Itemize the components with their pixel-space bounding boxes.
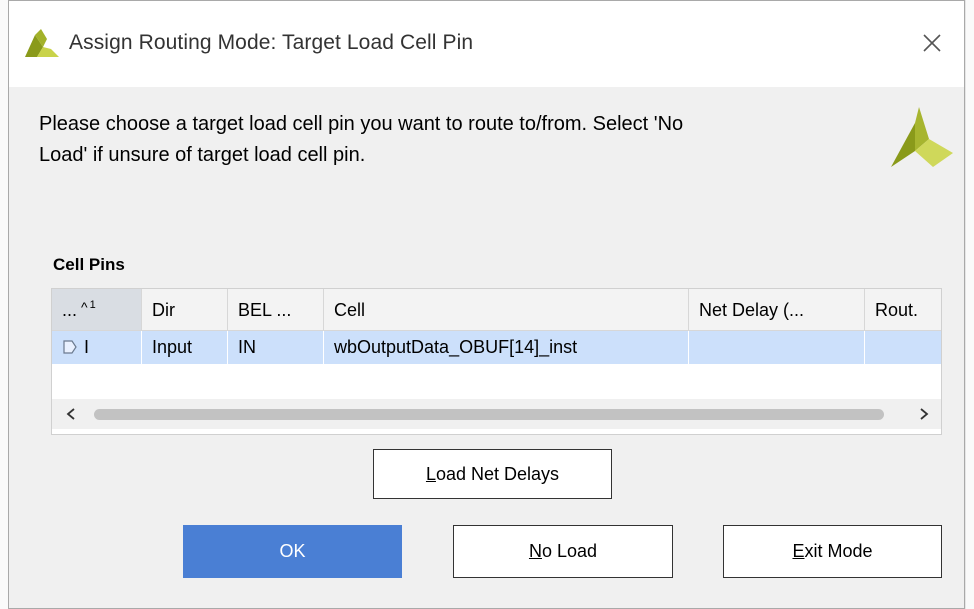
column-header-label: ...	[62, 300, 78, 320]
scroll-left-button[interactable]	[56, 399, 86, 429]
close-button[interactable]	[914, 25, 950, 61]
cell-name: wbOutputData_OBUF[14]_inst	[324, 331, 689, 364]
title-bar: Assign Routing Mode: Target Load Cell Pi…	[9, 1, 964, 87]
cell-net-delay	[689, 331, 865, 364]
pin-name: I	[84, 337, 90, 357]
table-row[interactable]: I Input IN wbOutputData_OBUF[14]_inst	[52, 331, 941, 364]
column-header-label: BEL ...	[238, 300, 292, 320]
button-label: oad Net Delays	[435, 463, 560, 484]
column-header-label: Dir	[152, 300, 175, 320]
column-header-pin[interactable]: ... ^ 1	[52, 289, 142, 331]
column-header-label: Cell	[334, 300, 366, 320]
dialog-title: Assign Routing Mode: Target Load Cell Pi…	[69, 31, 474, 54]
column-header-net-delay[interactable]: Net Delay (...	[689, 289, 865, 331]
vivado-logo-icon	[891, 107, 953, 167]
table-empty-area	[52, 364, 941, 396]
instruction-line-1: Please choose a target load cell pin you…	[39, 113, 684, 135]
exit-mode-button[interactable]: Exit Mode	[723, 525, 942, 578]
column-header-cell[interactable]: Cell	[324, 289, 689, 331]
button-label: xit Mode	[804, 541, 873, 561]
cell-dir: Input	[142, 331, 228, 364]
column-header-bel[interactable]: BEL ...	[228, 289, 324, 331]
instruction-message: Please choose a target load cell pin you…	[39, 109, 839, 171]
button-label: o Load	[541, 541, 598, 561]
chevron-right-icon	[920, 408, 929, 420]
sort-order-number: 1	[89, 299, 96, 311]
column-header-routing[interactable]: Rout.	[865, 289, 941, 331]
chevron-left-icon	[66, 408, 75, 420]
button-label: OK	[279, 541, 306, 561]
cell-pin: I	[52, 331, 142, 364]
scroll-right-button[interactable]	[909, 399, 939, 429]
scrollbar-thumb[interactable]	[94, 409, 884, 420]
cell-bel: IN	[228, 331, 324, 364]
horizontal-scrollbar[interactable]	[52, 399, 941, 429]
mnemonic-letter: L	[425, 463, 436, 484]
cell-routing	[865, 331, 941, 364]
load-net-delays-button[interactable]: Load Net Delays	[373, 449, 612, 499]
close-icon	[923, 34, 941, 52]
mnemonic-letter: N	[528, 541, 542, 561]
mnemonic-letter: E	[792, 541, 805, 561]
background-window-edge-right	[965, 0, 974, 609]
column-header-label: Net Delay (...	[699, 300, 805, 320]
assign-routing-mode-dialog: Assign Routing Mode: Target Load Cell Pi…	[8, 0, 965, 609]
ok-button[interactable]: OK	[183, 525, 402, 578]
column-header-label: Rout.	[875, 300, 919, 320]
table-header: ... ^ 1 Dir BEL ... Cell Net Delay (... Ro…	[52, 289, 941, 331]
column-header-dir[interactable]: Dir	[142, 289, 228, 331]
instruction-line-2: Load' if unsure of target load cell pin.	[39, 144, 366, 166]
sort-ascending-icon: ^	[81, 299, 88, 315]
no-load-button[interactable]: No Load	[453, 525, 673, 578]
cell-pins-label: Cell Pins	[53, 255, 125, 274]
input-pin-icon	[63, 340, 77, 354]
app-logo-icon	[25, 29, 59, 57]
cell-pins-table: ... ^ 1 Dir BEL ... Cell Net Delay (... Ro…	[51, 288, 942, 435]
